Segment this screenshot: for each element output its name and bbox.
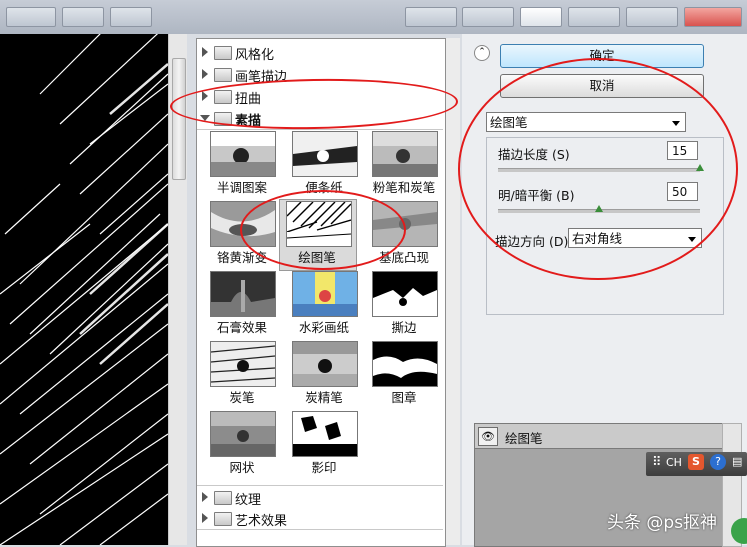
menu-icon[interactable]: ▤ (732, 455, 742, 468)
toolbar-button[interactable] (626, 7, 678, 27)
folder-icon (214, 46, 232, 60)
scroll-thumb[interactable] (172, 58, 186, 180)
category-texture[interactable]: 纹理 (197, 485, 443, 509)
filter-halftone-pattern[interactable]: 半调图案 (205, 131, 279, 199)
preview-canvas[interactable] (0, 34, 168, 545)
annotation-ring-settings (458, 58, 738, 280)
watermark: 头条 @ps抠神 (607, 513, 718, 533)
filter-plaster[interactable]: 石膏效果 (205, 271, 279, 339)
filter-thumbnail (292, 131, 358, 177)
toolbar-button[interactable] (462, 7, 514, 27)
filter-name: 炭笔 (229, 390, 255, 405)
filter-name: 网状 (229, 460, 255, 475)
filter-thumbnail (372, 341, 438, 387)
toolbar-button[interactable] (110, 7, 152, 27)
filter-name: 半调图案 (216, 180, 267, 195)
toolbar-button[interactable] (62, 7, 104, 27)
filter-name: 炭精笔 (305, 390, 343, 405)
filter-name: 图章 (391, 390, 417, 405)
filter-name: 石膏效果 (216, 320, 267, 335)
filter-name: 撕边 (391, 320, 417, 335)
folder-icon (214, 512, 232, 526)
sogou-icon[interactable]: S (688, 454, 704, 470)
effect-layer-label: 绘图笔 (505, 431, 543, 446)
preview-image (0, 34, 168, 545)
filter-thumbnail (372, 271, 438, 317)
grip-icon: ⠿ (652, 455, 662, 470)
collapse-chevron-icon[interactable]: ⌃ (474, 45, 490, 61)
filter-list-scrollbar[interactable] (446, 38, 460, 545)
filter-chalk-charcoal[interactable]: 粉笔和炭笔 (367, 131, 441, 199)
expand-triangle-icon (202, 492, 208, 502)
filter-name: 影印 (311, 460, 337, 475)
toolbar-button[interactable] (6, 7, 56, 27)
toolbar-button[interactable] (568, 7, 620, 27)
filter-photocopy[interactable]: 影印 (287, 411, 361, 479)
filter-name: 粉笔和炭笔 (372, 180, 436, 195)
filter-name: 水彩画纸 (298, 320, 349, 335)
top-toolbar (0, 0, 747, 34)
expand-triangle-icon (202, 47, 208, 57)
category-label: 纹理 (235, 493, 262, 508)
category-label: 艺术效果 (235, 514, 288, 529)
eye-icon[interactable]: 👁 (478, 427, 498, 446)
toolbar-button[interactable] (405, 7, 457, 27)
category-artistic[interactable]: 艺术效果 (197, 507, 443, 530)
filter-water-paper[interactable]: 水彩画纸 (287, 271, 361, 339)
filter-reticulation[interactable]: 网状 (205, 411, 279, 479)
filter-thumbnail (210, 411, 276, 457)
effect-layer-row[interactable]: 👁 绘图笔 (475, 424, 723, 449)
filter-thumbnail (210, 341, 276, 387)
folder-icon (214, 68, 232, 82)
help-icon[interactable]: ? (710, 454, 726, 470)
category-stylize[interactable]: 风格化 (197, 41, 443, 64)
filter-conte-crayon[interactable]: 炭精笔 (287, 341, 361, 409)
folder-icon (214, 491, 232, 505)
filter-thumbnail (210, 271, 276, 317)
category-label: 风格化 (235, 48, 275, 63)
ime-toolbar: ⠿ CH S ? ▤ (646, 452, 747, 476)
ime-lang[interactable]: CH (666, 456, 682, 469)
filter-charcoal[interactable]: 炭笔 (205, 341, 279, 409)
filter-thumbnail (292, 271, 358, 317)
filter-note-paper[interactable]: 便条纸 (287, 131, 361, 199)
filter-thumbnail (292, 411, 358, 457)
filter-thumbnail (210, 131, 276, 177)
expand-triangle-icon (202, 513, 208, 523)
filter-stamp[interactable]: 图章 (367, 341, 441, 409)
annotation-ring-graphic-pen (240, 190, 406, 270)
filter-thumbnail (372, 131, 438, 177)
toolbar-button[interactable] (520, 7, 562, 27)
close-button[interactable] (684, 7, 742, 27)
filter-thumbnail (292, 341, 358, 387)
expand-triangle-icon (202, 69, 208, 79)
filter-torn-edges[interactable]: 撕边 (367, 271, 441, 339)
